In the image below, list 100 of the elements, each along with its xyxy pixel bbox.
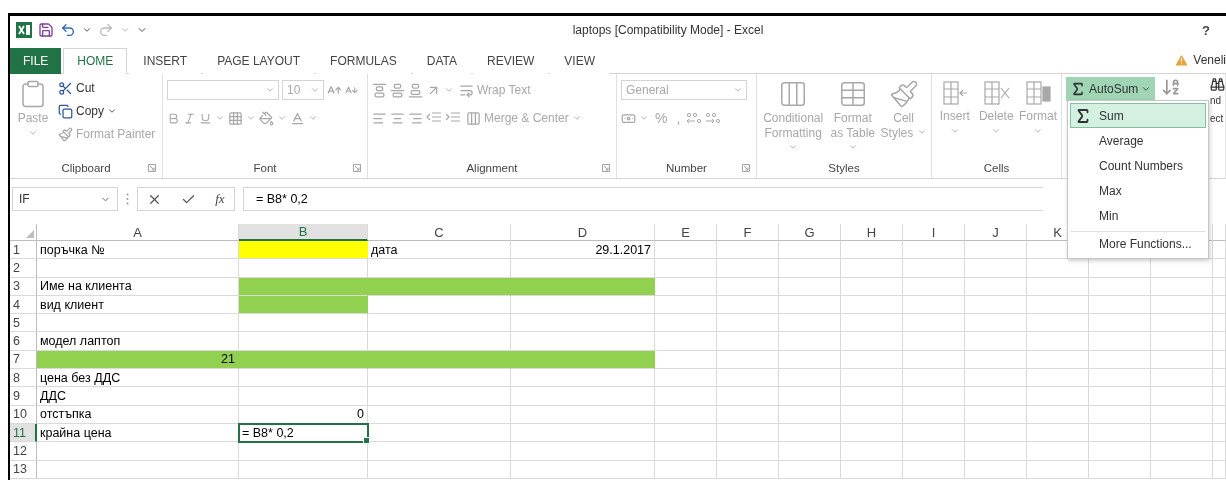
cell[interactable] xyxy=(1151,332,1213,351)
cell[interactable] xyxy=(841,442,903,461)
cell[interactable] xyxy=(1089,259,1151,278)
cell[interactable] xyxy=(779,387,841,406)
cell[interactable] xyxy=(841,332,903,351)
cell[interactable] xyxy=(965,387,1027,406)
dialog-launcher-icon[interactable] xyxy=(353,164,361,172)
sort-filter-icon[interactable] xyxy=(1161,77,1182,97)
account-name[interactable]: Veneli xyxy=(1193,53,1226,67)
menu-item[interactable]: More Functions... xyxy=(1070,231,1206,256)
cell[interactable] xyxy=(1213,442,1226,461)
name-box[interactable]: IF xyxy=(12,187,118,211)
row-header[interactable]: 2 xyxy=(10,259,37,278)
column-header[interactable]: B xyxy=(239,224,368,241)
save-icon[interactable] xyxy=(38,22,54,38)
redo-icon[interactable] xyxy=(98,22,114,38)
binoculars-icon[interactable] xyxy=(1210,77,1225,92)
insert-function-button[interactable]: fx xyxy=(215,191,225,207)
align-left-icon[interactable] xyxy=(372,110,387,126)
cell[interactable] xyxy=(1213,369,1226,388)
cell[interactable] xyxy=(779,314,841,333)
cell[interactable] xyxy=(717,387,779,406)
row-header[interactable]: 6 xyxy=(10,332,37,351)
cell[interactable] xyxy=(511,387,655,406)
column-header[interactable]: C xyxy=(368,224,511,241)
cell[interactable] xyxy=(779,332,841,351)
row-header[interactable]: 8 xyxy=(10,369,37,388)
dialog-launcher-icon[interactable] xyxy=(148,164,156,172)
decrease-indent-icon[interactable] xyxy=(426,111,442,125)
menu-item[interactable]: Sum xyxy=(1070,103,1206,128)
cell[interactable] xyxy=(903,369,965,388)
cell[interactable] xyxy=(368,387,511,406)
cell[interactable] xyxy=(368,332,511,351)
cell[interactable] xyxy=(779,241,841,260)
cell[interactable] xyxy=(965,369,1027,388)
cell[interactable] xyxy=(1213,387,1226,406)
column-header[interactable] xyxy=(1213,224,1226,241)
bottom-align-icon[interactable] xyxy=(408,82,423,98)
cell[interactable] xyxy=(779,442,841,461)
cell[interactable] xyxy=(903,442,965,461)
cell[interactable] xyxy=(1027,387,1089,406)
menu-item[interactable]: Count Numbers xyxy=(1070,153,1206,178)
column-header[interactable]: I xyxy=(903,224,965,241)
cell[interactable] xyxy=(965,241,1027,260)
cell[interactable] xyxy=(1027,369,1089,388)
cell[interactable] xyxy=(841,314,903,333)
cell[interactable] xyxy=(1027,442,1089,461)
cell[interactable]: поръчка № xyxy=(37,241,239,260)
underline-icon[interactable] xyxy=(199,111,212,125)
increase-decimal-icon[interactable] xyxy=(686,111,703,125)
cell[interactable] xyxy=(511,369,655,388)
dialog-launcher-icon[interactable] xyxy=(742,164,750,172)
align-right-icon[interactable] xyxy=(408,110,423,126)
cell[interactable] xyxy=(903,259,965,278)
cell[interactable] xyxy=(37,442,239,461)
cell[interactable] xyxy=(655,387,717,406)
cell[interactable] xyxy=(37,259,239,278)
row-header[interactable]: 1 xyxy=(10,241,37,260)
cell[interactable] xyxy=(655,314,717,333)
cell[interactable] xyxy=(655,259,717,278)
menu-item[interactable]: Max xyxy=(1070,178,1206,203)
middle-align-icon[interactable] xyxy=(390,82,405,98)
cell[interactable] xyxy=(841,369,903,388)
cell[interactable] xyxy=(655,442,717,461)
column-header[interactable]: D xyxy=(511,224,655,241)
fill-handle[interactable] xyxy=(363,437,370,445)
spreadsheet-logo-icon[interactable] xyxy=(16,22,32,38)
autosum-button[interactable]: AutoSum xyxy=(1066,77,1156,101)
dialog-launcher-icon[interactable] xyxy=(602,164,610,172)
cell[interactable] xyxy=(717,369,779,388)
cell[interactable] xyxy=(717,241,779,260)
cell[interactable] xyxy=(239,332,368,351)
cell[interactable] xyxy=(1213,314,1226,333)
cut-button[interactable]: Cut xyxy=(56,77,158,99)
row-header[interactable]: 12 xyxy=(10,442,37,461)
formula-field[interactable]: = B8* 0,2 xyxy=(243,187,1043,211)
cell[interactable] xyxy=(779,369,841,388)
cell[interactable]: модел лаптоп xyxy=(37,332,239,351)
cell[interactable] xyxy=(965,314,1027,333)
column-header[interactable]: F xyxy=(717,224,779,241)
cell[interactable] xyxy=(1089,442,1151,461)
cell[interactable] xyxy=(779,259,841,278)
cell[interactable] xyxy=(841,387,903,406)
font-color-icon[interactable] xyxy=(290,110,305,126)
cell[interactable]: дата xyxy=(368,241,511,260)
cell[interactable] xyxy=(655,332,717,351)
cell[interactable] xyxy=(1151,259,1213,278)
cell[interactable] xyxy=(1089,332,1151,351)
file-tab[interactable]: FILE xyxy=(10,48,62,74)
cell[interactable] xyxy=(841,241,903,260)
align-center-icon[interactable] xyxy=(390,110,405,126)
cell[interactable] xyxy=(1089,314,1151,333)
cell[interactable] xyxy=(239,387,368,406)
cell[interactable] xyxy=(717,332,779,351)
cell[interactable] xyxy=(511,314,655,333)
copy-button[interactable]: Copy xyxy=(56,100,158,122)
column-header[interactable]: A xyxy=(37,224,239,241)
cell[interactable] xyxy=(841,259,903,278)
cell[interactable] xyxy=(368,442,511,461)
cell[interactable] xyxy=(1027,314,1089,333)
